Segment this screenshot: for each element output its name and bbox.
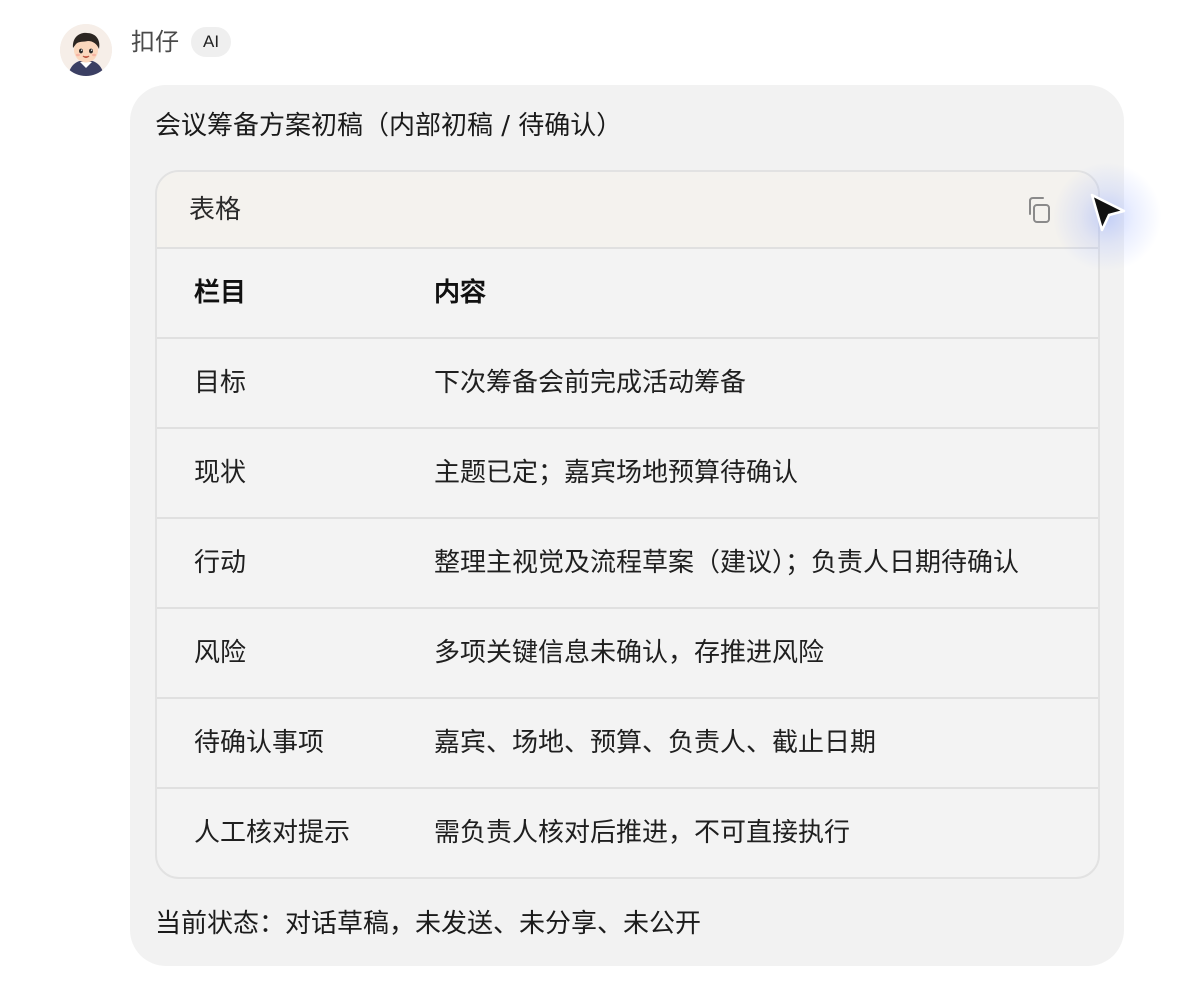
table-cell: 目标 (194, 368, 247, 398)
table-cell: 整理主视觉及流程草案（建议）；负责人日期待确认 (434, 548, 1020, 578)
table-cell: 多项关键信息未确认，存推进风险 (434, 638, 825, 668)
table-cell: 下次筹备会前完成活动筹备 (434, 368, 747, 398)
avatar[interactable] (60, 24, 112, 76)
copy-icon (1029, 197, 1050, 223)
table-cell: 待确认事项 (194, 728, 325, 758)
table-row: 待确认事项 嘉宾、场地、预算、负责人、截止日期 (157, 699, 1098, 789)
avatar-cartoon-boy-icon (60, 24, 112, 76)
table-card: 表格 栏目 内容 目标 下次筹备会前完成活动筹备 现状 主题已定；嘉宾场地预算待… (155, 170, 1100, 879)
sender-name: 扣仔 (131, 28, 179, 56)
table-row: 人工核对提示 需负责人核对后推进，不可直接执行 (157, 789, 1098, 877)
status-text: 当前状态：对话草稿，未发送、未分享、未公开 (155, 909, 702, 939)
table-cell: 风险 (194, 638, 247, 668)
ai-message: 扣仔 AI 会议筹备方案初稿（内部初稿 / 待确认） 表格 栏目 内容 目标 下… (0, 0, 1200, 1000)
table-header-row: 栏目 内容 (157, 249, 1098, 339)
table-cell: 嘉宾、场地、预算、负责人、截止日期 (434, 728, 877, 758)
table-cell: 人工核对提示 (194, 818, 351, 848)
message-bubble: 会议筹备方案初稿（内部初稿 / 待确认） 表格 栏目 内容 目标 下次筹备会前完… (130, 85, 1124, 966)
table-cell: 行动 (194, 548, 247, 578)
table-label: 表格 (189, 195, 242, 225)
table-row: 行动 整理主视觉及流程草案（建议）；负责人日期待确认 (157, 519, 1098, 609)
data-table: 栏目 内容 目标 下次筹备会前完成活动筹备 现状 主题已定；嘉宾场地预算待确认 … (157, 249, 1098, 877)
table-row: 目标 下次筹备会前完成活动筹备 (157, 339, 1098, 429)
table-card-header: 表格 (157, 172, 1098, 249)
table-cell: 需负责人核对后推进，不可直接执行 (434, 818, 851, 848)
document-title: 会议筹备方案初稿（内部初稿 / 待确认） (155, 111, 623, 141)
table-row: 风险 多项关键信息未确认，存推进风险 (157, 609, 1098, 699)
table-row: 现状 主题已定；嘉宾场地预算待确认 (157, 429, 1098, 519)
table-cell: 主题已定；嘉宾场地预算待确认 (434, 458, 799, 488)
copy-button[interactable] (1022, 192, 1058, 228)
table-cell: 现状 (194, 458, 247, 488)
ai-badge: AI (191, 27, 232, 57)
column-header: 内容 (434, 278, 487, 308)
column-header: 栏目 (194, 278, 247, 308)
